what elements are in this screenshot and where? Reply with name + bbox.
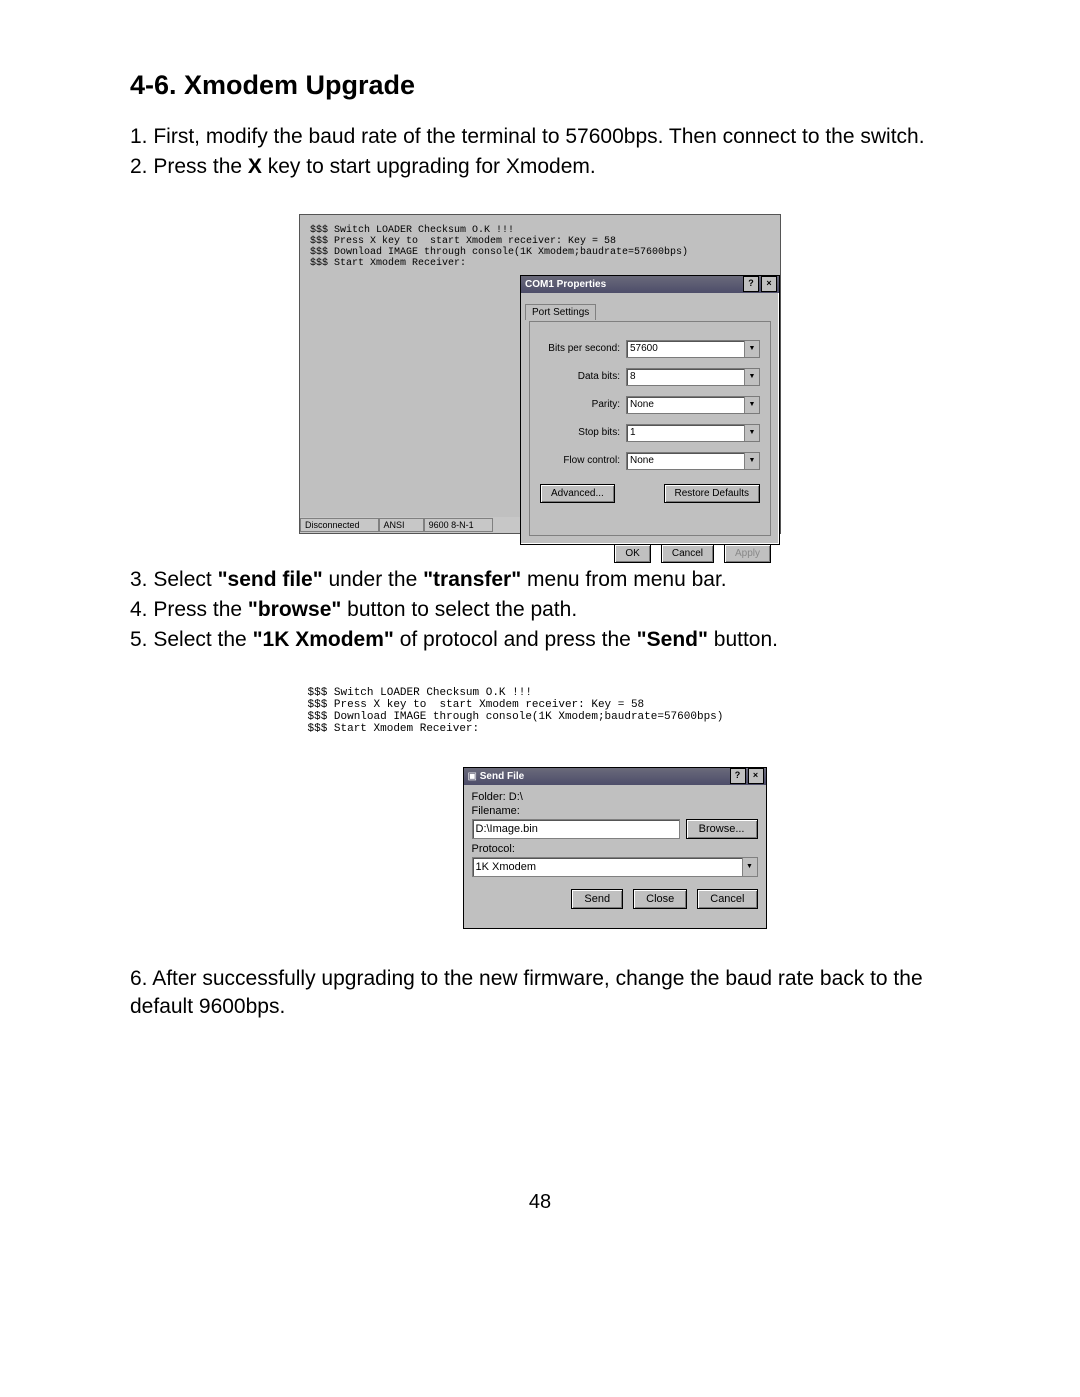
text: under the (323, 568, 423, 591)
text: of protocol and press the (394, 628, 637, 651)
text: 4. Press the (130, 598, 248, 621)
protocol-label: Protocol: (472, 843, 758, 855)
step-2: 2. Press the X key to start upgrading fo… (130, 153, 950, 181)
cancel-button[interactable]: Cancel (661, 544, 714, 563)
step-4: 4. Press the "browse" button to select t… (130, 596, 950, 624)
dialog-titlebar: ▣ Send File ? × (464, 768, 766, 785)
xmodem-label: "1K Xmodem" (253, 628, 394, 651)
stopbits-field[interactable]: 1▼ (626, 424, 760, 442)
protocol-field[interactable]: 1K Xmodem ▼ (472, 857, 758, 877)
close-icon[interactable]: × (761, 276, 777, 292)
chevron-down-icon[interactable]: ▼ (742, 858, 757, 876)
cancel-button[interactable]: Cancel (697, 889, 757, 909)
filename-field[interactable]: D:\Image.bin (472, 819, 680, 839)
parity-field[interactable]: None ▼ (626, 396, 760, 414)
send-file-label: "send file" (218, 568, 323, 591)
close-icon[interactable]: × (748, 768, 764, 784)
bps-value: 57600 (630, 343, 658, 354)
tab-port-settings[interactable]: Port Settings (525, 304, 596, 320)
terminal-output-2: $$$ Switch LOADER Checksum O.K !!! $$$ P… (308, 687, 773, 735)
flow-field[interactable]: None ▼ (626, 452, 760, 470)
step-6: 6. After successfully upgrading to the n… (130, 965, 950, 1022)
key-x: X (248, 155, 262, 178)
send-file-dialog: ▣ Send File ? × Folder: D:\ Filename: D:… (463, 767, 767, 929)
bps-label: Bits per second: (540, 343, 626, 354)
dialog-title: Send File (480, 771, 524, 782)
help-icon[interactable]: ? (743, 276, 759, 292)
bps-field[interactable]: 57600 ▼ (626, 340, 760, 358)
databits-field[interactable]: 8▼ (626, 368, 760, 386)
status-ansi: ANSI (379, 518, 424, 532)
text: key to start upgrading for Xmodem. (262, 155, 596, 178)
text: menu from menu bar. (521, 568, 726, 591)
dialog-titlebar: COM1 Properties ? × (521, 276, 779, 293)
status-bar: Disconnected ANSI 9600 8-N-1 (300, 517, 520, 533)
help-icon[interactable]: ? (730, 768, 746, 784)
databits-label: Data bits: (540, 371, 626, 382)
text: button to select the path. (341, 598, 577, 621)
settings-panel: Bits per second:57600▼ Data bits:8▼ Pari… (529, 321, 771, 536)
browse-button[interactable]: Browse... (686, 819, 758, 839)
folder-value: D:\ (509, 791, 523, 803)
terminal-output: $$$ Switch LOADER Checksum O.K !!! $$$ P… (310, 225, 688, 269)
flow-label: Flow control: (540, 455, 626, 466)
close-button[interactable]: Close (633, 889, 687, 909)
chevron-down-icon[interactable]: ▼ (744, 397, 759, 413)
com-properties-dialog: COM1 Properties ? × Port Settings Bits p… (520, 275, 780, 545)
parity-label: Parity: (540, 399, 626, 410)
chevron-down-icon[interactable]: ▼ (744, 453, 759, 469)
status-config: 9600 8-N-1 (424, 518, 493, 532)
parity-value: None (630, 399, 654, 410)
send-label: "Send" (637, 628, 708, 651)
text: 3. Select (130, 568, 218, 591)
transfer-label: "transfer" (423, 568, 521, 591)
browse-label: "browse" (248, 598, 341, 621)
send-button[interactable]: Send (571, 889, 623, 909)
ok-button[interactable]: OK (614, 544, 650, 563)
text: 5. Select the (130, 628, 253, 651)
filename-value: D:\Image.bin (476, 823, 538, 835)
dialog-title: COM1 Properties (525, 279, 606, 290)
databits-value: 8 (630, 371, 636, 382)
figure-send-file: $$$ Switch LOADER Checksum O.K !!! $$$ P… (308, 687, 773, 933)
step-5: 5. Select the "1K Xmodem" of protocol an… (130, 626, 950, 654)
protocol-value: 1K Xmodem (476, 861, 537, 873)
filename-label: Filename: (472, 805, 758, 817)
stopbits-value: 1 (630, 427, 636, 438)
apply-button[interactable]: Apply (724, 544, 771, 563)
section-heading: 4-6. Xmodem Upgrade (130, 70, 950, 101)
stopbits-label: Stop bits: (540, 427, 626, 438)
status-disconnected: Disconnected (300, 518, 379, 532)
restore-defaults-button[interactable]: Restore Defaults (664, 484, 760, 503)
advanced-button[interactable]: Advanced... (540, 484, 615, 503)
step-1: 1. First, modify the baud rate of the te… (130, 123, 950, 151)
chevron-down-icon[interactable]: ▼ (744, 369, 759, 385)
chevron-down-icon[interactable]: ▼ (744, 341, 759, 357)
folder-label: Folder: (472, 791, 509, 803)
text: 2. Press the (130, 155, 248, 178)
flow-value: None (630, 455, 654, 466)
page-number: 48 (130, 1191, 950, 1214)
figure-terminal-com: $$$ Switch LOADER Checksum O.K !!! $$$ P… (299, 214, 781, 534)
chevron-down-icon[interactable]: ▼ (744, 425, 759, 441)
text: button. (708, 628, 778, 651)
